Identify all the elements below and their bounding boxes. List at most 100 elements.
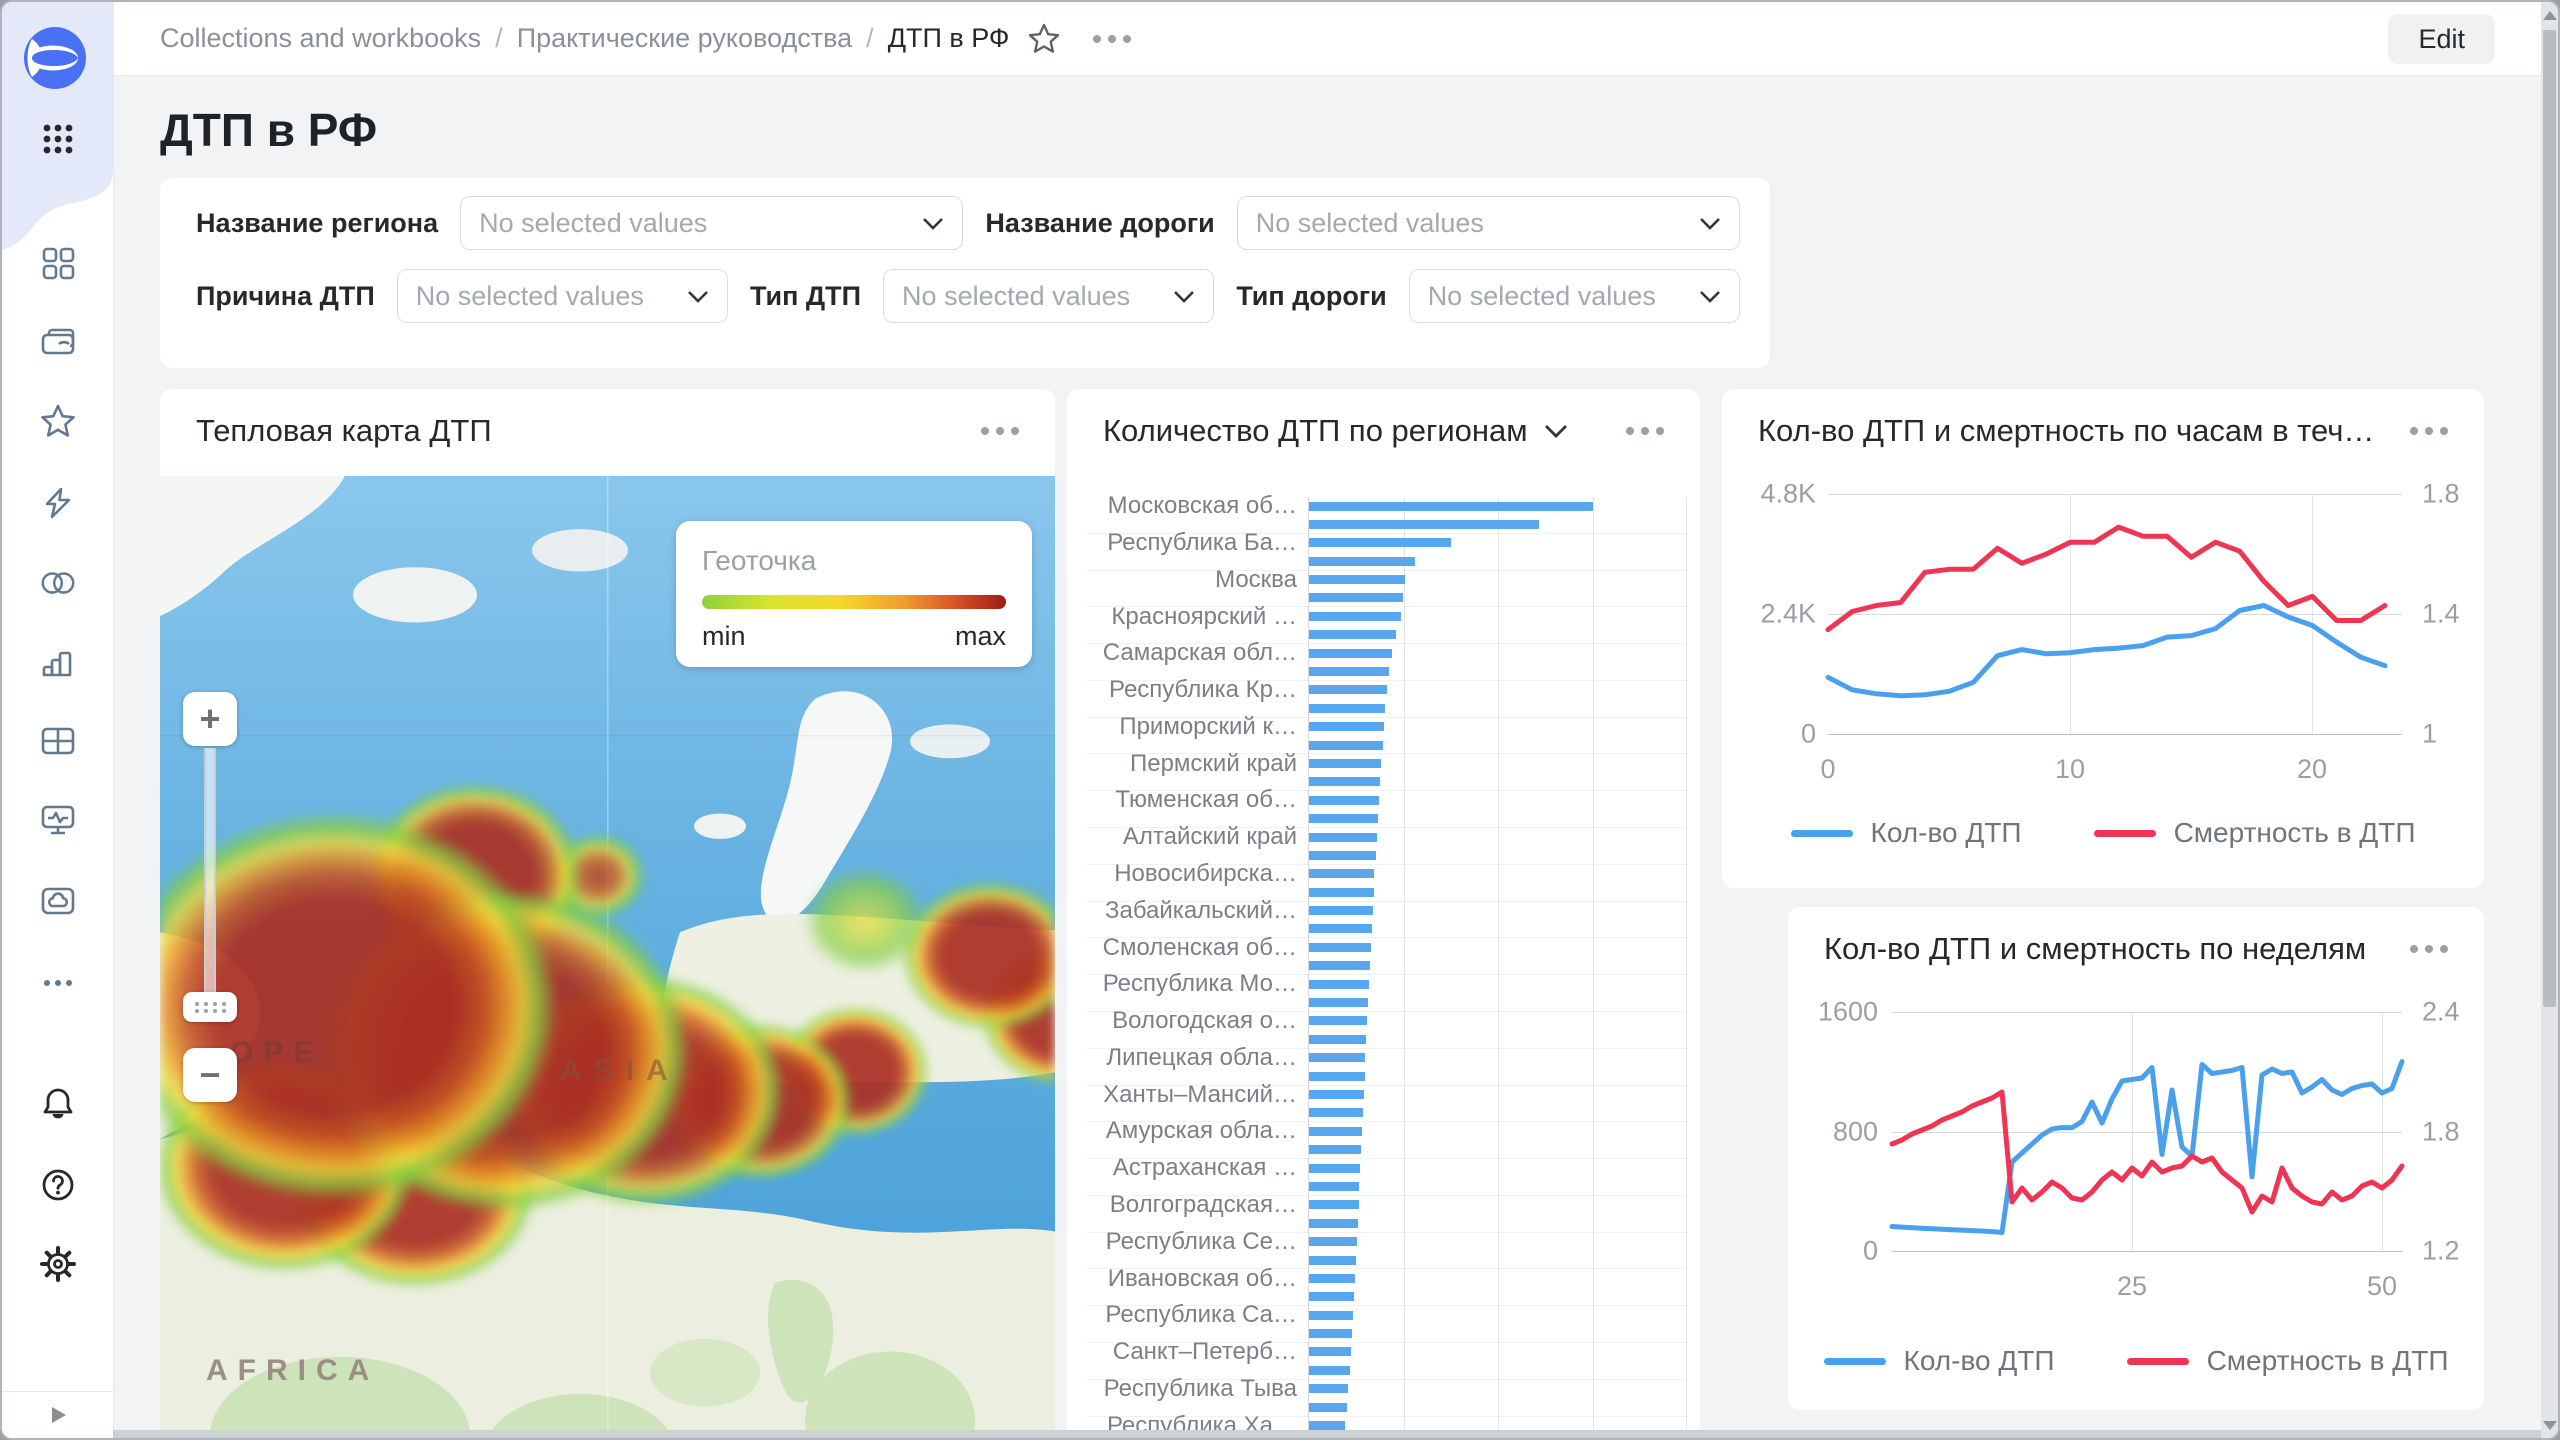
monitor-pulse-icon[interactable] [39,802,77,840]
region-bar[interactable] [1309,685,1387,694]
zoom-in-button[interactable]: + [183,692,237,746]
region-bar[interactable] [1309,1219,1358,1228]
region-bar[interactable] [1309,814,1378,823]
hours-chart-lines[interactable] [1828,494,2402,735]
region-bar[interactable] [1309,502,1593,511]
heatmap-map[interactable]: OPE ASIA AFRICA Геоточка min max + − [160,476,1055,1430]
scroll-down-arrow[interactable] [2541,1412,2558,1438]
regions-bar-menu-icon[interactable] [1620,421,1670,441]
region-bar[interactable] [1309,1108,1363,1117]
region-bar[interactable] [1309,1090,1364,1099]
region-bar[interactable] [1309,1256,1356,1265]
region-bar[interactable] [1309,869,1374,878]
bar-chart-icon[interactable] [39,644,77,682]
legend-item-mortality[interactable]: Смертность в ДТП [2127,1345,2449,1377]
region-bar[interactable] [1309,667,1389,676]
region-bar[interactable] [1309,612,1401,621]
region-bar[interactable] [1309,1311,1353,1320]
filter-select-cause[interactable]: No selected values [397,269,728,323]
legend-item-dtp[interactable]: Кол-во ДТП [1824,1345,2055,1377]
region-bar[interactable] [1309,888,1374,897]
region-bar[interactable] [1309,630,1396,639]
tiles-icon[interactable] [39,244,77,282]
region-bar[interactable] [1309,538,1451,547]
region-bar[interactable] [1309,1035,1366,1044]
bar-track [1308,1361,1687,1379]
filter-select-road[interactable]: No selected values [1237,196,1740,250]
region-bar[interactable] [1309,1384,1348,1393]
region-bar[interactable] [1309,943,1371,952]
region-bar[interactable] [1309,1274,1355,1283]
circles-pair-icon[interactable] [39,564,77,602]
sidebar-more-icon[interactable] [39,964,77,1002]
folder-cloud-icon[interactable] [39,882,77,920]
region-bar[interactable] [1309,1237,1357,1246]
bell-icon[interactable] [39,1085,77,1123]
weeks-chart-menu-icon[interactable] [2404,939,2454,959]
chart-switch-chevron-icon[interactable] [1544,424,1568,438]
zoom-slider-track[interactable] [204,748,216,994]
horizontal-scrollbar[interactable] [113,1430,2541,1438]
region-bar[interactable] [1309,851,1376,860]
region-bar[interactable] [1309,1016,1367,1025]
gear-icon[interactable] [39,1245,77,1283]
vertical-scrollbar[interactable] [2541,2,2558,1438]
folders-icon[interactable] [39,324,77,362]
region-bar[interactable] [1309,1053,1365,1062]
region-bar[interactable] [1309,980,1369,989]
region-bar[interactable] [1309,1182,1359,1191]
region-bar[interactable] [1309,1421,1345,1430]
region-bar[interactable] [1309,1292,1354,1301]
region-bar[interactable] [1309,961,1370,970]
region-bar[interactable] [1309,741,1383,750]
region-bar[interactable] [1309,1164,1360,1173]
zoom-slider-handle[interactable] [183,992,237,1022]
legend-item-mortality[interactable]: Смертность в ДТП [2094,817,2416,849]
lightning-icon[interactable] [39,484,77,522]
scroll-up-arrow[interactable] [2541,2,2558,28]
region-bar[interactable] [1309,833,1377,842]
bar-row-label: Пермский край [1087,750,1297,778]
region-bar[interactable] [1309,906,1373,915]
region-bar[interactable] [1309,722,1384,731]
edit-button[interactable]: Edit [2388,14,2495,64]
region-bar[interactable] [1309,777,1380,786]
region-bar[interactable] [1309,1145,1361,1154]
favorite-star-icon[interactable] [1027,22,1061,56]
region-bar[interactable] [1309,1200,1359,1209]
region-bar[interactable] [1309,998,1368,1007]
vertical-scroll-thumb[interactable] [2543,30,2556,1007]
legend-item-dtp[interactable]: Кол-во ДТП [1791,817,2022,849]
workbook-menu-icon[interactable] [1087,29,1137,49]
filter-select-dtp-type[interactable]: No selected values [883,269,1214,323]
filter-select-road-type[interactable]: No selected values [1409,269,1740,323]
region-bar[interactable] [1309,924,1372,933]
zoom-out-button[interactable]: − [183,1048,237,1102]
region-bar[interactable] [1309,759,1381,768]
filter-select-region[interactable]: No selected values [460,196,963,250]
breadcrumb-collections[interactable]: Collections and workbooks [160,23,481,54]
help-icon[interactable] [39,1166,77,1204]
region-bar[interactable] [1309,1347,1351,1356]
region-bar[interactable] [1309,796,1379,805]
apps-grid-icon[interactable] [39,120,77,158]
breadcrumb-guides[interactable]: Практические руководства [517,23,852,54]
region-bar[interactable] [1309,649,1392,658]
region-bar[interactable] [1309,1072,1365,1081]
star-icon[interactable] [39,402,77,440]
region-bar[interactable] [1309,704,1385,713]
table-icon[interactable] [39,722,77,760]
region-bar[interactable] [1309,1366,1350,1375]
sidebar-expand[interactable] [2,1391,113,1438]
region-bar[interactable] [1309,575,1405,584]
region-bar[interactable] [1309,557,1415,566]
weeks-chart-lines[interactable] [1892,1012,2402,1252]
hours-chart-menu-icon[interactable] [2404,421,2454,441]
region-bar[interactable] [1309,520,1539,529]
region-bar[interactable] [1309,1127,1362,1136]
region-bar[interactable] [1309,1329,1352,1338]
region-bar[interactable] [1309,1403,1347,1412]
datalens-logo[interactable] [24,27,86,89]
region-bar[interactable] [1309,593,1403,602]
heatmap-menu-icon[interactable] [975,421,1025,441]
